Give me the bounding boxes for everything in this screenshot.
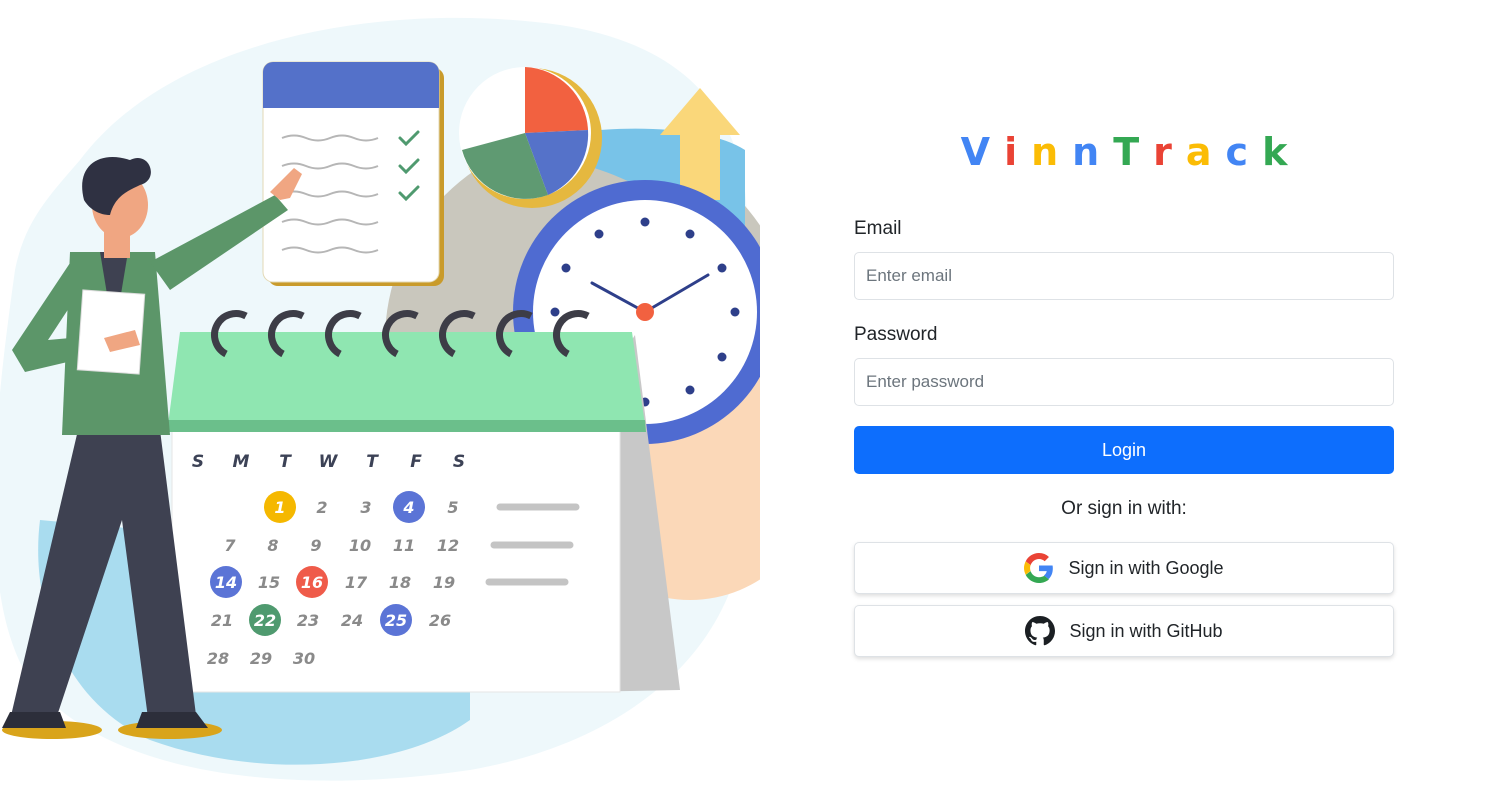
- calendar-day: 25: [385, 611, 407, 630]
- brand-letter: a: [1185, 130, 1226, 174]
- brand-logo: VinnTrack: [854, 130, 1394, 190]
- github-signin-button[interactable]: Sign in with GitHub: [854, 605, 1394, 657]
- calendar-day: 15: [258, 573, 280, 592]
- hero-illustration: SMTWTFS 1 2 3 4 5 7 8 9 10 11 12 14 15 16 17 18 19 21 22 23…: [0, 0, 760, 798]
- calendar-icon: SMTWTFS 1 2 3 4 57 8 9 10 11 1214 15 16 17 18 1921 22 23…: [167, 310, 680, 693]
- email-label: Email: [854, 218, 902, 239]
- google-g-icon: [1024, 553, 1054, 583]
- calendar-day: 18: [389, 573, 411, 592]
- calendar-day: 14: [215, 573, 237, 592]
- email-field[interactable]: [854, 252, 1394, 300]
- calendar-day: 26: [429, 611, 451, 630]
- brand-letter: c: [1225, 130, 1263, 174]
- calendar-day: 22: [254, 611, 276, 630]
- calendar-weekday: S: [453, 452, 465, 472]
- calendar-day: 12: [437, 536, 459, 555]
- brand-letter: T: [1113, 130, 1154, 174]
- brand-letter: n: [1072, 130, 1114, 174]
- calendar-day: 24: [341, 611, 363, 630]
- brand-letter: k: [1262, 130, 1302, 174]
- brand-letter: V: [960, 130, 1005, 174]
- calendar-day: 19: [433, 573, 455, 592]
- calendar-day: 9: [310, 536, 321, 555]
- alt-signin-text: Or sign in with:: [1061, 498, 1187, 519]
- password-field[interactable]: [854, 358, 1394, 406]
- calendar-weekday: T: [366, 452, 379, 472]
- calendar-day: 30: [293, 649, 315, 668]
- brand-letter: n: [1031, 130, 1073, 174]
- calendar-day: 16: [301, 573, 323, 592]
- brand-letter: i: [1004, 130, 1032, 174]
- calendar-weekday: F: [410, 452, 422, 472]
- calendar-day: 21: [211, 611, 233, 630]
- brand-letter: r: [1153, 130, 1186, 174]
- login-panel: VinnTrack Email Password Login Or sign i…: [854, 130, 1394, 657]
- calendar-day: 3: [360, 498, 371, 517]
- calendar-day: 8: [267, 536, 278, 555]
- calendar-day: 5: [447, 498, 458, 517]
- google-signin-label: Sign in with Google: [1068, 557, 1224, 578]
- calendar-day: 4: [402, 498, 414, 517]
- calendar-day: 17: [345, 573, 368, 592]
- calendar-day: 7: [224, 536, 236, 555]
- calendar-day: 11: [393, 536, 415, 555]
- google-signin-button[interactable]: Sign in with Google: [854, 542, 1394, 594]
- calendar-day: 10: [349, 536, 371, 555]
- calendar-weekday: M: [233, 452, 250, 472]
- calendar-day: 23: [297, 611, 319, 630]
- github-octocat-icon: [1025, 616, 1056, 646]
- calendar-day: 29: [250, 649, 272, 668]
- calendar-weekday: T: [279, 452, 292, 472]
- github-signin-label: Sign in with GitHub: [1069, 620, 1223, 641]
- login-button[interactable]: Login: [854, 426, 1394, 474]
- password-label: Password: [854, 324, 938, 345]
- calendar-day: 2: [316, 498, 327, 517]
- calendar-weekday: S: [192, 452, 204, 472]
- calendar-day: 28: [207, 649, 229, 668]
- calendar-day: 1: [274, 498, 285, 517]
- calendar-weekday: W: [319, 452, 339, 472]
